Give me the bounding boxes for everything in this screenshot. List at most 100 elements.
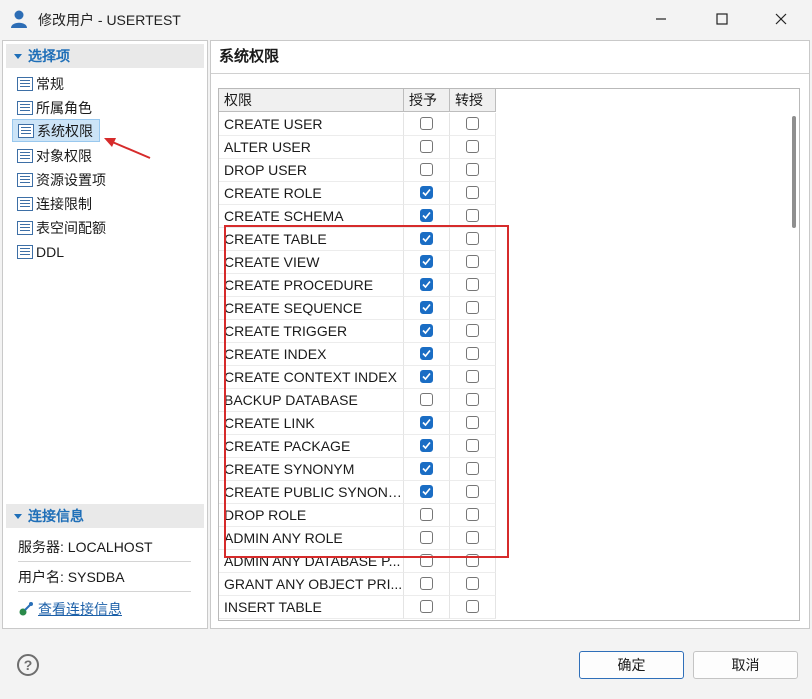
- privilege-name: BACKUP DATABASE: [219, 389, 404, 412]
- column-header-grant[interactable]: 授予: [404, 89, 450, 112]
- nav-item-general[interactable]: 常规: [12, 72, 70, 95]
- column-header-privilege[interactable]: 权限: [219, 89, 404, 112]
- grant-checkbox[interactable]: [420, 508, 433, 521]
- transfer-checkbox[interactable]: [466, 577, 479, 590]
- close-button[interactable]: [758, 0, 804, 38]
- transfer-checkbox[interactable]: [466, 301, 479, 314]
- table-row: CREATE LINK: [219, 412, 781, 435]
- grant-checkbox[interactable]: [420, 324, 433, 337]
- nav-item-label: 系统权限: [37, 122, 93, 139]
- privilege-name: CREATE SEQUENCE: [219, 297, 404, 320]
- nav-item-label: 对象权限: [36, 147, 92, 164]
- transfer-checkbox[interactable]: [466, 163, 479, 176]
- vertical-scrollbar[interactable]: [792, 116, 796, 228]
- nav-item-tablespace-quota[interactable]: 表空间配额: [12, 216, 112, 239]
- connection-link-icon: [19, 602, 33, 616]
- grant-checkbox[interactable]: [420, 163, 433, 176]
- transfer-checkbox[interactable]: [466, 140, 479, 153]
- grant-checkbox[interactable]: [420, 301, 433, 314]
- transfer-cell: [450, 435, 496, 458]
- options-panel: 选择项 常规 所属角色 系统权限 对象权限 资源设置项 连接限制 表空间配额 D…: [2, 40, 208, 629]
- transfer-checkbox[interactable]: [466, 117, 479, 130]
- nav-item-resource-settings[interactable]: 资源设置项: [12, 168, 112, 191]
- grant-checkbox[interactable]: [420, 255, 433, 268]
- transfer-checkbox[interactable]: [466, 232, 479, 245]
- ok-button[interactable]: 确定: [579, 651, 684, 679]
- grant-checkbox[interactable]: [420, 531, 433, 544]
- grant-checkbox[interactable]: [420, 416, 433, 429]
- transfer-checkbox[interactable]: [466, 255, 479, 268]
- minimize-button[interactable]: [638, 0, 684, 38]
- transfer-checkbox[interactable]: [466, 531, 479, 544]
- privilege-name: INSERT TABLE: [219, 596, 404, 619]
- transfer-checkbox[interactable]: [466, 439, 479, 452]
- privilege-name: CREATE PROCEDURE: [219, 274, 404, 297]
- transfer-checkbox[interactable]: [466, 554, 479, 567]
- grant-checkbox[interactable]: [420, 186, 433, 199]
- grant-checkbox[interactable]: [420, 577, 433, 590]
- help-icon[interactable]: ?: [17, 654, 39, 676]
- nav-item-system-privileges[interactable]: 系统权限: [12, 119, 100, 142]
- grant-checkbox[interactable]: [420, 462, 433, 475]
- grant-checkbox[interactable]: [420, 439, 433, 452]
- nav-item-label: 连接限制: [36, 195, 92, 212]
- table-row: BACKUP DATABASE: [219, 389, 781, 412]
- collapse-triangle-icon: [14, 513, 22, 519]
- transfer-checkbox[interactable]: [466, 508, 479, 521]
- transfer-checkbox[interactable]: [466, 324, 479, 337]
- column-header-transfer[interactable]: 转授: [450, 89, 496, 112]
- options-section-header[interactable]: 选择项: [6, 44, 204, 68]
- transfer-checkbox[interactable]: [466, 370, 479, 383]
- connection-section-header[interactable]: 连接信息: [6, 504, 204, 528]
- table-row: CREATE PROCEDURE: [219, 274, 781, 297]
- transfer-checkbox[interactable]: [466, 393, 479, 406]
- grant-checkbox[interactable]: [420, 278, 433, 291]
- transfer-checkbox[interactable]: [466, 416, 479, 429]
- grant-cell: [404, 550, 450, 573]
- transfer-cell: [450, 136, 496, 159]
- grant-cell: [404, 297, 450, 320]
- transfer-checkbox[interactable]: [466, 186, 479, 199]
- nav-item-connection-limits[interactable]: 连接限制: [12, 192, 98, 215]
- grant-cell: [404, 274, 450, 297]
- maximize-button[interactable]: [699, 0, 745, 38]
- view-connection-info-link[interactable]: 查看连接信息: [18, 597, 122, 621]
- grant-cell: [404, 412, 450, 435]
- grant-cell: [404, 481, 450, 504]
- cancel-button[interactable]: 取消: [693, 651, 798, 679]
- nav-item-ddl[interactable]: DDL: [12, 240, 70, 263]
- privilege-name: CREATE CONTEXT INDEX: [219, 366, 404, 389]
- transfer-checkbox[interactable]: [466, 600, 479, 613]
- transfer-checkbox[interactable]: [466, 462, 479, 475]
- nav-item-roles[interactable]: 所属角色: [12, 96, 98, 119]
- grant-cell: [404, 389, 450, 412]
- form-icon: [17, 100, 33, 115]
- form-icon: [17, 172, 33, 187]
- grant-checkbox[interactable]: [420, 485, 433, 498]
- grant-checkbox[interactable]: [420, 117, 433, 130]
- transfer-checkbox[interactable]: [466, 485, 479, 498]
- transfer-cell: [450, 366, 496, 389]
- grant-checkbox[interactable]: [420, 370, 433, 383]
- grant-checkbox[interactable]: [420, 232, 433, 245]
- transfer-checkbox[interactable]: [466, 278, 479, 291]
- nav-item-object-privileges[interactable]: 对象权限: [12, 144, 98, 167]
- privilege-name: DROP USER: [219, 159, 404, 182]
- grant-checkbox[interactable]: [420, 347, 433, 360]
- grant-checkbox[interactable]: [420, 393, 433, 406]
- transfer-checkbox[interactable]: [466, 347, 479, 360]
- table-row: INSERT TABLE: [219, 596, 781, 619]
- grant-checkbox[interactable]: [420, 140, 433, 153]
- grant-cell: [404, 527, 450, 550]
- title-bar: 修改用户 - USERTEST: [0, 0, 812, 38]
- table-row: CREATE CONTEXT INDEX: [219, 366, 781, 389]
- grant-checkbox[interactable]: [420, 554, 433, 567]
- window-title: 修改用户 - USERTEST: [38, 12, 181, 28]
- grant-checkbox[interactable]: [420, 600, 433, 613]
- grant-checkbox[interactable]: [420, 209, 433, 222]
- transfer-cell: [450, 550, 496, 573]
- transfer-checkbox[interactable]: [466, 209, 479, 222]
- title-divider: [211, 73, 809, 74]
- transfer-cell: [450, 228, 496, 251]
- grant-cell: [404, 596, 450, 619]
